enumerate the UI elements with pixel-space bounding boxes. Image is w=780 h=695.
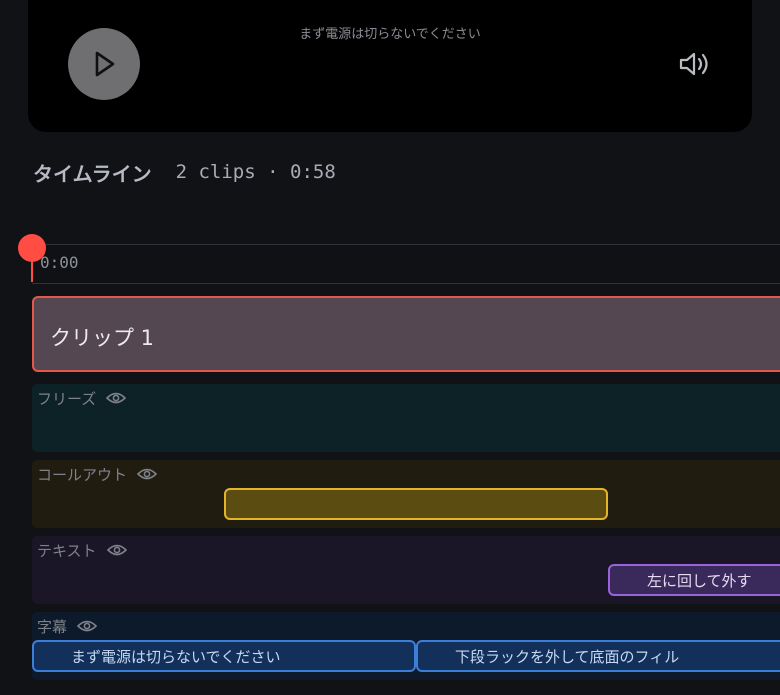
timeline-ruler[interactable]: 0:00	[32, 244, 780, 284]
subtitle-segment[interactable]: まず電源は切らないでください	[32, 640, 416, 672]
track-callout[interactable]: コールアウト	[32, 460, 780, 528]
eye-icon	[137, 468, 158, 480]
timeline-meta: 2 clips · 0:58	[175, 161, 336, 183]
clip-label: クリップ 1	[50, 326, 155, 350]
playhead-handle[interactable]	[18, 234, 46, 262]
timeline-header: タイムライン 2 clips · 0:58	[33, 158, 336, 186]
text-segment[interactable]: 左に回して外す	[608, 564, 780, 596]
video-player: まず電源は切らないでください	[28, 0, 752, 132]
track-subtitles[interactable]: 字幕 まず電源は切らないでください 下段ラックを外して底面のフィル	[32, 612, 780, 680]
track-freeze[interactable]: フリーズ	[32, 384, 780, 452]
timeline-title: タイムライン	[33, 161, 152, 186]
track-name: フリーズ	[37, 389, 97, 408]
visibility-toggle[interactable]	[106, 391, 127, 405]
track-header: テキスト	[37, 540, 127, 560]
video-clip[interactable]: クリップ 1	[32, 296, 780, 372]
ruler-time-label: 0:00	[40, 253, 79, 272]
volume-icon	[679, 52, 708, 76]
track-header: コールアウト	[37, 464, 158, 484]
track-header: 字幕	[37, 616, 98, 636]
track-name: コールアウト	[37, 465, 128, 484]
track-name: 字幕	[37, 617, 68, 636]
volume-button[interactable]	[678, 50, 712, 78]
subtitle-segment[interactable]: 下段ラックを外して底面のフィル	[416, 640, 780, 672]
visibility-toggle[interactable]	[137, 467, 158, 481]
callout-segment[interactable]	[224, 488, 608, 520]
eye-icon	[106, 544, 127, 556]
visibility-toggle[interactable]	[106, 543, 127, 557]
player-caption: まず電源は切らないでください	[299, 27, 481, 42]
visibility-toggle[interactable]	[77, 619, 98, 633]
eye-icon	[106, 392, 127, 404]
track-header: フリーズ	[37, 388, 127, 408]
eye-icon	[77, 620, 98, 632]
track-name: テキスト	[37, 541, 97, 560]
play-button[interactable]	[68, 28, 140, 100]
play-icon	[95, 51, 115, 77]
track-text[interactable]: テキスト 左に回して外す	[32, 536, 780, 604]
